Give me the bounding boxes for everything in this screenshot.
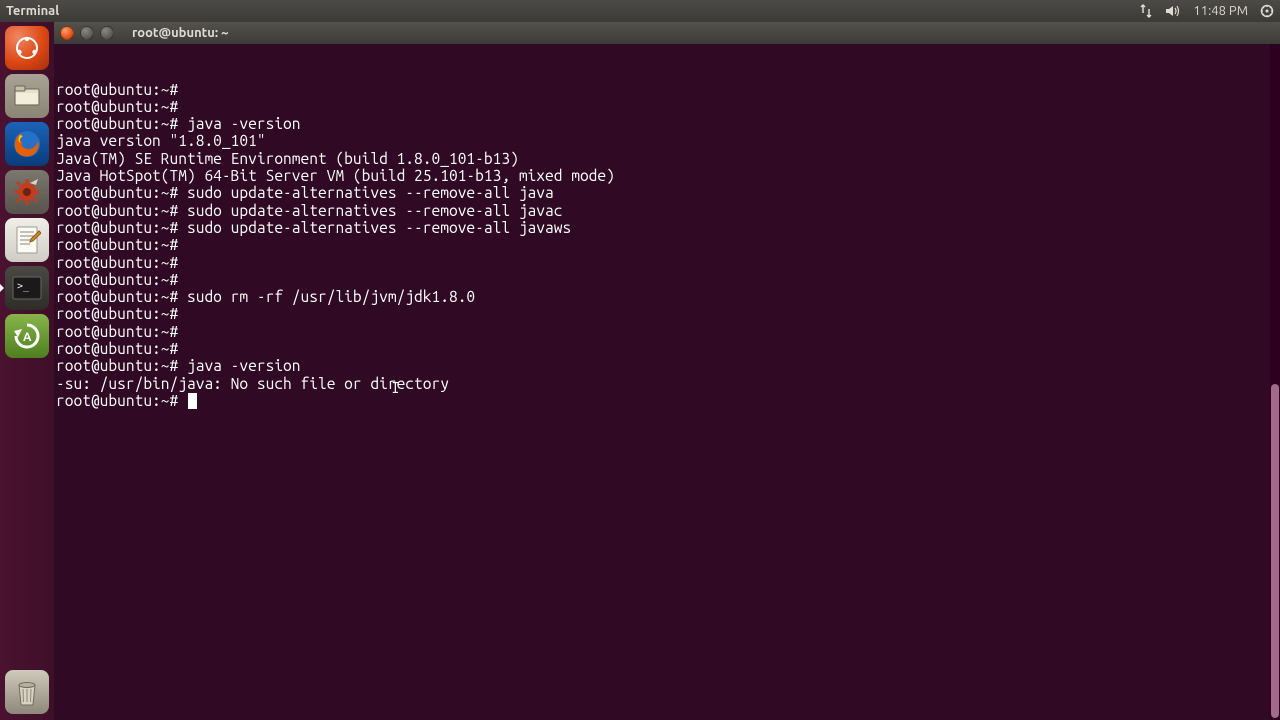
files-icon[interactable] — [5, 74, 49, 118]
terminal-icon[interactable]: >_ — [5, 266, 49, 310]
terminal-prompt-line: root@ubuntu:~# — [56, 271, 1278, 288]
terminal-prompt-line: root@ubuntu:~# sudo update-alternatives … — [56, 202, 1278, 219]
scrollbar-thumb[interactable] — [1271, 384, 1279, 718]
terminal-prompt-line: root@ubuntu:~# — [56, 236, 1278, 253]
terminal-prompt-line: root@ubuntu:~# sudo update-alternatives … — [56, 219, 1278, 236]
menubar-app-name: Terminal — [6, 4, 59, 18]
terminal-prompt-line: root@ubuntu:~# sudo rm -rf /usr/lib/jvm/… — [56, 288, 1278, 305]
terminal-output-line: Java(TM) SE Runtime Environment (build 1… — [56, 150, 1278, 167]
terminal-body[interactable]: root@ubuntu:~# root@ubuntu:~# root@ubunt… — [54, 44, 1280, 720]
network-indicator-icon[interactable] — [1139, 4, 1153, 18]
terminal-block-cursor — [188, 393, 197, 409]
terminal-output-line: java version "1.8.0_101" — [56, 132, 1278, 149]
terminal-prompt-line: root@ubuntu:~# — [56, 392, 1278, 409]
software-updater-icon[interactable]: A — [5, 314, 49, 358]
terminal-prompt-line: root@ubuntu:~# — [56, 98, 1278, 115]
clock-indicator[interactable]: 11:48 PM — [1193, 4, 1248, 18]
text-cursor-ibeam: I — [391, 379, 400, 396]
terminal-prompt-line: root@ubuntu:~# — [56, 254, 1278, 271]
session-indicator-icon[interactable] — [1260, 4, 1274, 18]
terminal-prompt-line: root@ubuntu:~# java -version — [56, 115, 1278, 132]
window-minimize-button[interactable] — [80, 26, 94, 40]
terminal-prompt-line: root@ubuntu:~# — [56, 323, 1278, 340]
svg-text:>_: >_ — [17, 281, 30, 292]
firefox-icon[interactable] — [5, 122, 49, 166]
launcher: >_ A — [0, 22, 54, 720]
terminal-prompt-line: root@ubuntu:~# — [56, 305, 1278, 322]
terminal-prompt-line: root@ubuntu:~# — [56, 340, 1278, 357]
svg-text:A: A — [23, 331, 32, 344]
terminal-scrollbar[interactable] — [1270, 44, 1280, 720]
terminal-prompt-line: root@ubuntu:~# sudo update-alternatives … — [56, 184, 1278, 201]
settings-icon[interactable] — [5, 170, 49, 214]
terminal-prompt-line: root@ubuntu:~# — [56, 81, 1278, 98]
dash-icon[interactable] — [5, 26, 49, 70]
window-title: root@ubuntu: ~ — [132, 26, 229, 40]
text-editor-icon[interactable] — [5, 218, 49, 262]
terminal-output-line: -su: /usr/bin/java: No such file or dire… — [56, 375, 1278, 392]
window-close-button[interactable] — [60, 26, 74, 40]
window-titlebar[interactable]: root@ubuntu: ~ — [54, 22, 1280, 44]
trash-icon[interactable] — [5, 670, 49, 714]
terminal-prompt-line: root@ubuntu:~# java -version — [56, 357, 1278, 374]
terminal-window: root@ubuntu: ~ root@ubuntu:~# root@ubunt… — [54, 22, 1280, 720]
sound-indicator-icon[interactable] — [1165, 4, 1181, 18]
window-maximize-button[interactable] — [100, 26, 114, 40]
terminal-output-line: Java HotSpot(TM) 64-Bit Server VM (build… — [56, 167, 1278, 184]
top-menubar: Terminal 11:48 PM — [0, 0, 1280, 22]
